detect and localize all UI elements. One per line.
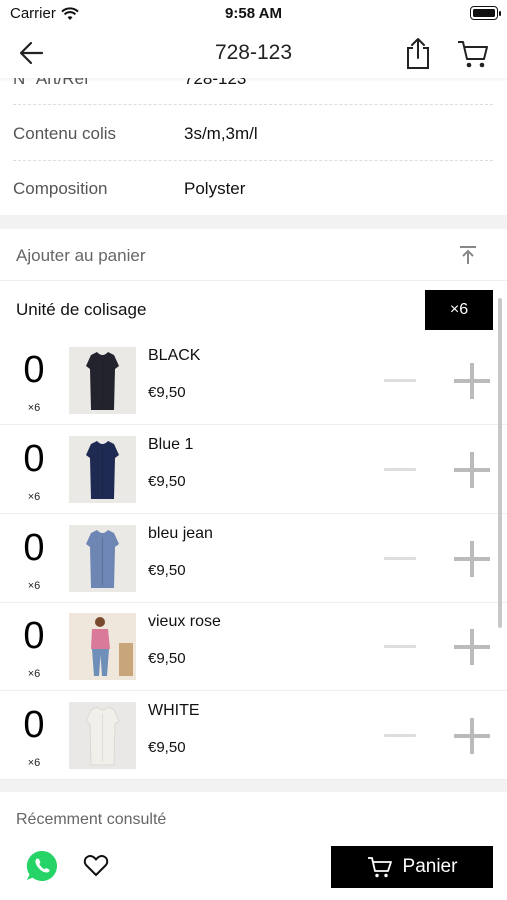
back-arrow-icon[interactable] xyxy=(16,38,48,68)
variant-price: €9,50 xyxy=(148,473,186,490)
recently-viewed-label: Récemment consulté xyxy=(16,811,167,828)
pack-multiplier: ×6 xyxy=(27,580,41,592)
product-thumbnail[interactable] xyxy=(69,525,136,592)
variant-row: 0 ×6 WHITE €9,50 xyxy=(0,692,507,780)
variant-name: Blue 1 xyxy=(148,436,194,453)
decrease-button[interactable] xyxy=(384,379,416,382)
packing-unit-badge[interactable]: ×6 xyxy=(425,290,493,330)
share-icon[interactable] xyxy=(402,36,434,70)
pack-multiplier: ×6 xyxy=(27,757,41,769)
info-label: Contenu colis xyxy=(13,124,117,143)
cart-icon[interactable] xyxy=(456,38,490,70)
variant-row: 0 ×6 bleu jean €9,50 xyxy=(0,515,507,603)
increase-button[interactable] xyxy=(454,718,490,754)
variant-price: €9,50 xyxy=(148,650,186,667)
quantity-value: 0 xyxy=(23,349,45,391)
recently-viewed-section: Récemment consulté xyxy=(0,792,507,842)
pack-multiplier: ×6 xyxy=(27,668,41,680)
bottom-bar: Panier xyxy=(0,836,507,900)
quantity-value: 0 xyxy=(23,704,45,746)
variant-name: WHITE xyxy=(148,702,200,719)
cart-button-label: Panier xyxy=(402,856,458,877)
increase-button[interactable] xyxy=(454,452,490,488)
add-to-cart-header[interactable]: Ajouter au panier xyxy=(0,229,507,281)
pack-multiplier: ×6 xyxy=(27,402,41,414)
product-thumbnail[interactable] xyxy=(69,702,136,769)
divider xyxy=(13,104,493,105)
section-separator xyxy=(0,215,507,229)
whatsapp-icon[interactable] xyxy=(24,848,60,884)
variant-price: €9,50 xyxy=(148,562,186,579)
increase-button[interactable] xyxy=(454,629,490,665)
quantity-value: 0 xyxy=(23,527,45,569)
increase-button[interactable] xyxy=(454,541,490,577)
variant-name: bleu jean xyxy=(148,525,213,542)
product-thumbnail[interactable] xyxy=(69,613,136,680)
cart-icon xyxy=(367,857,392,878)
status-bar: Carrier 9:58 AM xyxy=(0,0,507,28)
add-to-cart-label: Ajouter au panier xyxy=(16,246,146,265)
info-value: Polyster xyxy=(184,179,246,198)
variant-row: 0 ×6 vieux rose €9,50 xyxy=(0,603,507,691)
variant-row: 0 ×6 Blue 1 €9,50 xyxy=(0,426,507,514)
increase-button[interactable] xyxy=(454,363,490,399)
info-row-composition: Composition Polyster xyxy=(0,161,507,216)
navigation-bar: 728-123 xyxy=(0,28,507,78)
info-label: Composition xyxy=(13,179,108,198)
cart-button[interactable]: Panier xyxy=(331,846,493,888)
decrease-button[interactable] xyxy=(384,645,416,648)
variant-name: vieux rose xyxy=(148,613,221,630)
scrollbar[interactable] xyxy=(498,298,502,628)
collapse-up-icon[interactable] xyxy=(456,243,480,267)
packing-unit-row: Unité de colisage ×6 xyxy=(0,282,507,337)
info-value: 3s/m,3m/l xyxy=(184,124,258,143)
decrease-button[interactable] xyxy=(384,734,416,737)
section-separator xyxy=(0,780,507,792)
info-row-package-content: Contenu colis 3s/m,3m/l xyxy=(0,106,507,161)
product-thumbnail[interactable] xyxy=(69,436,136,503)
variant-price: €9,50 xyxy=(148,384,186,401)
page-title: 728-123 xyxy=(214,41,293,64)
pack-multiplier: ×6 xyxy=(27,491,41,503)
heart-icon[interactable] xyxy=(82,851,110,879)
status-time: 9:58 AM xyxy=(225,5,282,22)
quantity-value: 0 xyxy=(23,438,45,480)
variant-name: BLACK xyxy=(148,347,201,364)
variant-price: €9,50 xyxy=(148,739,186,756)
quantity-value: 0 xyxy=(23,615,45,657)
decrease-button[interactable] xyxy=(384,557,416,560)
decrease-button[interactable] xyxy=(384,468,416,471)
variant-row: 0 ×6 BLACK €9,50 xyxy=(0,337,507,425)
battery-icon xyxy=(470,6,501,20)
packing-unit-label: Unité de colisage xyxy=(16,300,147,319)
product-thumbnail[interactable] xyxy=(69,347,136,414)
